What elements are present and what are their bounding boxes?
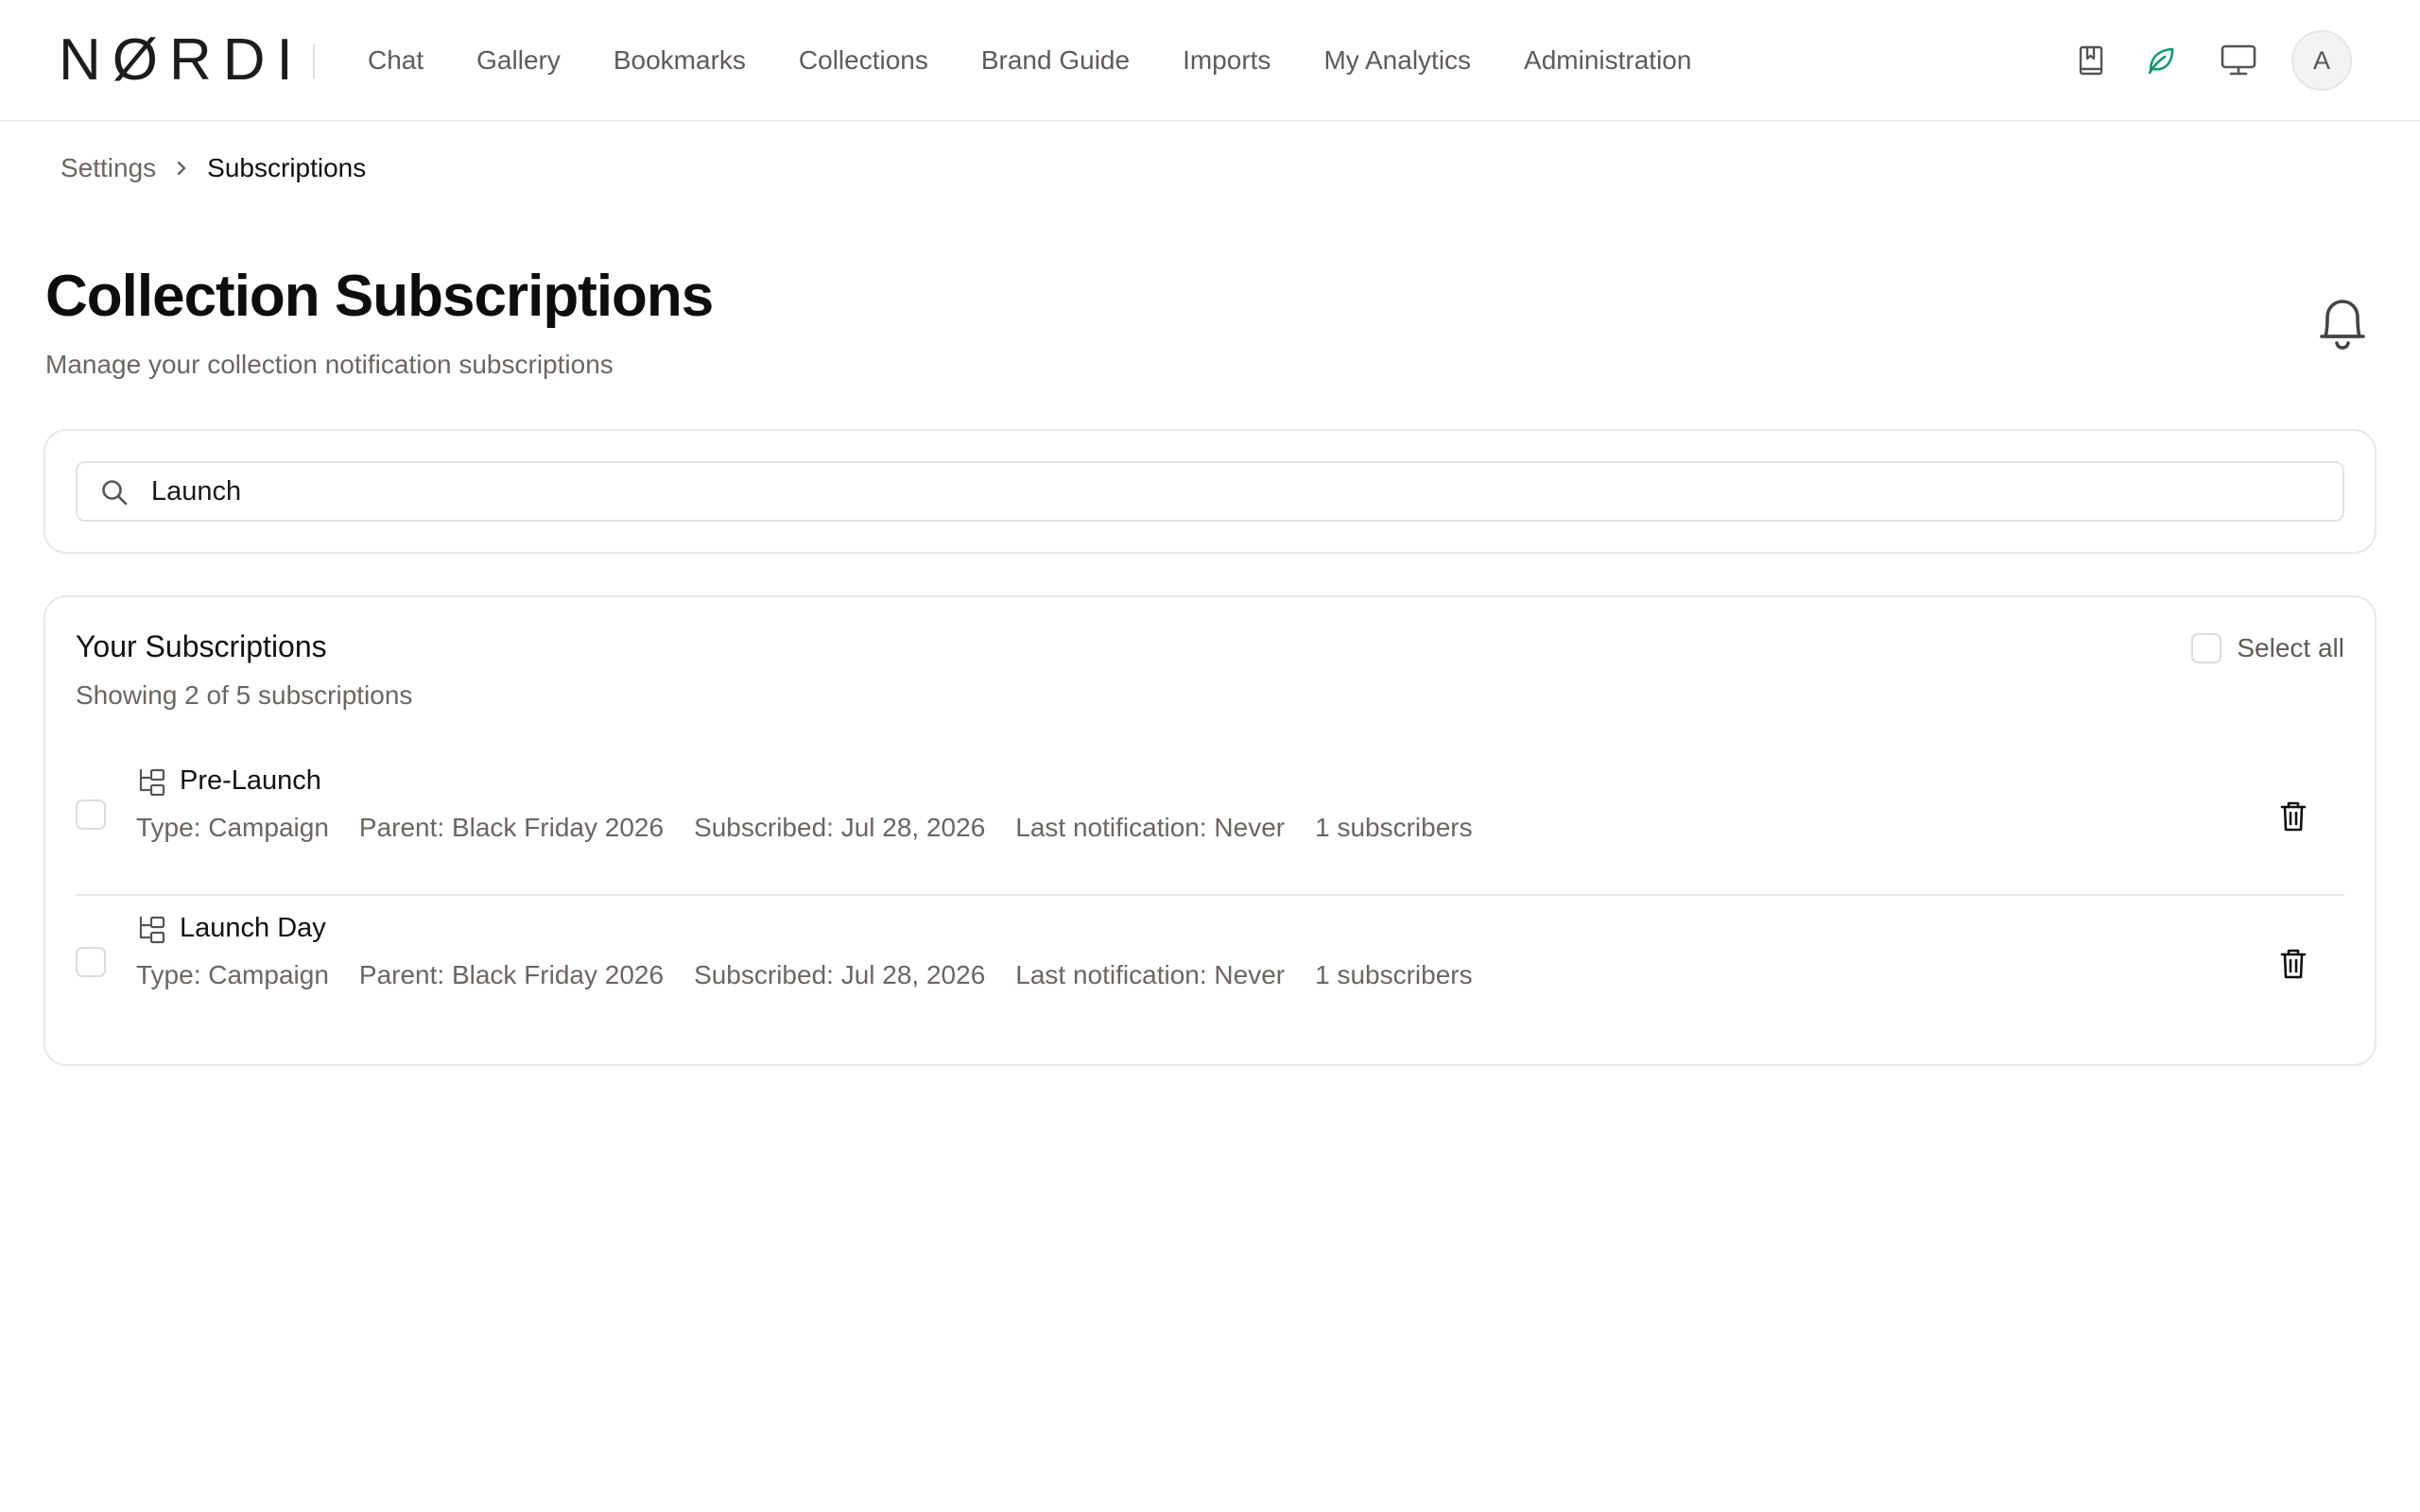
search-box [76,461,2344,522]
logo-divider [313,44,315,78]
subscription-type: Type: Campaign [136,813,329,842]
subscription-meta: Type: Campaign Parent: Black Friday 2026… [136,813,1503,843]
nav-item-imports[interactable]: Imports [1183,45,1270,76]
leaf-icon[interactable] [2142,42,2180,79]
search-icon [100,478,129,507]
breadcrumb-settings-link[interactable]: Settings [60,153,156,183]
top-header: NØRDI Chat Gallery Bookmarks Collections… [0,0,2420,122]
nav-item-bookmarks[interactable]: Bookmarks [614,45,746,76]
main-nav: Chat Gallery Bookmarks Collections Brand… [368,42,1744,79]
subscription-meta: Type: Campaign Parent: Black Friday 2026… [136,960,1503,990]
subscription-last-notification: Last notification: Never [1015,813,1286,842]
subscription-subscribers: 1 subscribers [1315,813,1473,842]
brand-logo[interactable]: NØRDI [59,31,304,90]
nav-item-brand-guide[interactable]: Brand Guide [981,45,1130,76]
bell-icon[interactable] [2314,293,2371,353]
subscription-row: Pre-Launch Type: Campaign Parent: Black … [76,750,2344,896]
trash-icon[interactable] [2276,798,2310,835]
nav-item-administration[interactable]: Administration [1524,45,1691,76]
avatar[interactable]: A [2291,30,2352,91]
subscription-date: Subscribed: Jul 28, 2026 [694,960,986,989]
subscription-parent: Parent: Black Friday 2026 [358,960,665,989]
subscription-last-notification: Last notification: Never [1015,960,1286,989]
subscriptions-title: Your Subscriptions [76,629,327,663]
select-all-control[interactable]: Select all [2191,633,2344,663]
subscription-name[interactable]: Pre-Launch [180,765,321,797]
trash-icon[interactable] [2276,945,2310,983]
subscription-parent: Parent: Black Friday 2026 [358,813,665,842]
breadcrumb-current: Subscriptions [207,153,367,182]
nav-item-collections[interactable]: Collections [799,45,928,76]
monitor-icon[interactable] [2220,42,2257,79]
page-subtitle: Manage your collection notification subs… [45,350,614,379]
hierarchy-icon [136,915,166,945]
subscription-date: Subscribed: Jul 28, 2026 [694,813,986,842]
subscriptions-count: Showing 2 of 5 subscriptions [76,680,413,710]
subscription-row: Launch Day Type: Campaign Parent: Black … [76,898,2344,1043]
row-checkbox[interactable] [76,799,106,830]
subscription-type: Type: Campaign [136,960,329,989]
search-card [43,429,2377,554]
hierarchy-icon [136,767,166,798]
subscription-name[interactable]: Launch Day [180,913,326,944]
chevron-right-icon [175,159,188,178]
nav-item-my-analytics[interactable]: My Analytics [1323,45,1471,76]
subscriptions-card: Your Subscriptions Showing 2 of 5 subscr… [43,595,2377,1066]
nav-item-gallery[interactable]: Gallery [476,45,561,76]
select-all-checkbox[interactable] [2191,633,2222,663]
row-checkbox[interactable] [76,947,106,977]
subscription-subscribers: 1 subscribers [1315,960,1473,989]
nav-item-chat[interactable]: Chat [368,45,424,76]
breadcrumb: Settings Subscriptions [60,153,366,183]
page-title: Collection Subscriptions [45,264,714,329]
search-input[interactable] [151,463,2325,520]
select-all-label[interactable]: Select all [2237,633,2344,663]
bookmark-book-icon[interactable] [2072,42,2110,79]
